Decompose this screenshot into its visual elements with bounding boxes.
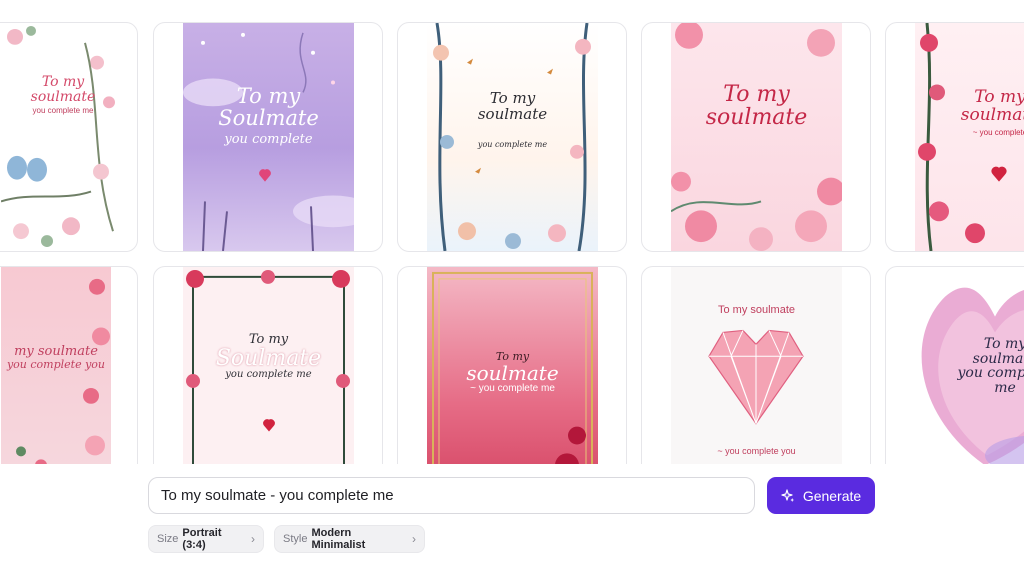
card-line: To my — [41, 74, 85, 90]
card-line: my soulmate — [14, 344, 98, 359]
card-line: Soulmate — [218, 106, 319, 131]
card-line: To my — [983, 336, 1024, 352]
card-artwork: To my soulmate you complete me — [1, 23, 125, 251]
card-artwork: my soulmate you complete you — [1, 267, 111, 464]
sparkle-icon — [781, 488, 794, 502]
card-result[interactable]: To my Soulmate you complete — [153, 22, 383, 252]
card-result[interactable]: To my soulmate ~ you complete — [885, 22, 1024, 252]
card-line: you complete you — [6, 357, 106, 371]
generate-button[interactable]: Generate — [767, 477, 875, 514]
card-result[interactable]: To my soulmate you complete me — [397, 22, 627, 252]
card-artwork: To my soulmate ~ you complete me — [427, 267, 598, 464]
card-line: ~ you complete you — [717, 446, 796, 456]
card-artwork: To my Soulmate you complete me — [183, 267, 354, 464]
card-line: you complete me — [225, 368, 312, 380]
card-result[interactable]: To my soulmate ~ you complete you — [641, 266, 871, 464]
card-artwork: To my soulmate you complete me — [915, 267, 1024, 464]
card-line: To my — [723, 82, 790, 107]
card-gallery: To my soulmate you complete me To my Sou… — [0, 0, 1024, 464]
card-line: soulmate — [705, 105, 808, 131]
card-line: you complete — [224, 132, 313, 148]
card-artwork: To my soulmate ~ you complete you — [671, 267, 842, 464]
card-artwork: To my Soulmate you complete — [183, 23, 354, 251]
prompt-input[interactable] — [148, 477, 755, 514]
style-option-key: Style — [283, 533, 308, 545]
size-option[interactable]: Size Portrait (3:4) › — [148, 525, 264, 553]
card-line: Soulmate — [215, 345, 322, 371]
card-line: To my — [248, 332, 289, 347]
style-option[interactable]: Style Modern Minimalist › — [274, 525, 425, 553]
card-line: soulmate — [30, 88, 96, 105]
card-line: you complete me — [32, 106, 94, 116]
card-line: me — [994, 380, 1016, 397]
card-line: ~ you complete me — [470, 382, 555, 394]
chevron-right-icon: › — [251, 532, 255, 546]
card-line: soulmate — [960, 104, 1024, 125]
card-line: ~ you complete — [972, 127, 1024, 137]
generate-label: Generate — [802, 487, 862, 504]
card-line: soulmate — [972, 350, 1024, 367]
card-result[interactable]: To my soulmate ~ you complete me — [397, 266, 627, 464]
card-artwork: To my soulmate ~ you complete — [915, 23, 1024, 251]
card-line: To my soulmate — [717, 304, 796, 316]
card-line: you complete me — [477, 139, 548, 149]
card-result[interactable]: To my soulmate you complete me — [0, 22, 138, 252]
card-artwork: To my soulmate you complete me — [427, 23, 598, 251]
style-option-value: Modern Minimalist — [311, 527, 366, 551]
card-line: soulmate — [477, 104, 548, 123]
card-result[interactable]: To my soulmate — [641, 22, 871, 252]
card-result[interactable]: my soulmate you complete you — [0, 266, 138, 464]
card-result[interactable]: To my Soulmate you complete me — [153, 266, 383, 464]
card-artwork: To my soulmate — [671, 23, 842, 251]
card-line: To my — [236, 84, 301, 108]
card-result[interactable]: To my soulmate you complete me — [885, 266, 1024, 464]
chevron-right-icon: › — [412, 532, 416, 546]
size-option-value: Portrait (3:4) — [182, 527, 222, 551]
card-line: you complete — [957, 365, 1024, 382]
card-line: soulmate — [466, 360, 559, 385]
size-option-key: Size — [157, 533, 179, 545]
